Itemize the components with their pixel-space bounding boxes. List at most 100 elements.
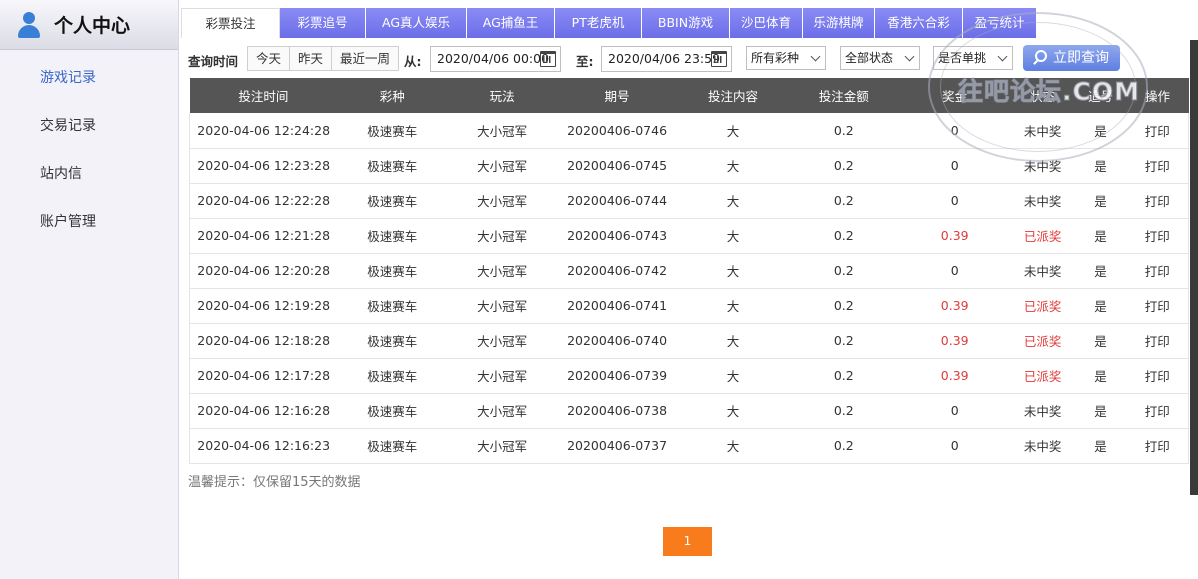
retention-tip: 温馨提示：仅保留15天的数据 [188,475,361,490]
bet-amount-cell: 0.2 [788,288,899,324]
status-select[interactable]: 全部状态 [840,46,920,70]
table-row: 2020-04-06 12:16:28 极速赛车 大小冠军 20200406-0738… [189,393,1190,429]
action-print-cell[interactable]: 打印 [1126,323,1190,359]
column-header: 期号 [557,78,678,113]
status-cell: 已派奖 [1010,288,1075,324]
today-button[interactable]: 今天 [247,46,291,71]
sidebar-item-transaction-records[interactable]: 交易记录 [40,115,96,135]
sidebar-item-account-management[interactable]: 账户管理 [40,211,96,231]
play-type-cell: 大小冠军 [447,358,558,394]
bet-content-cell: 大 [677,113,789,149]
sidebar-item-messages[interactable]: 站内信 [40,163,82,183]
chase-cell: 是 [1074,253,1127,289]
search-icon [1035,50,1047,62]
prize-cell: 0 [898,428,1011,464]
prize-cell: 0.39 [898,288,1011,324]
table-row: 2020-04-06 12:18:28 极速赛车 大小冠军 20200406-0740… [189,323,1190,359]
to-label: 至: [576,54,594,69]
table-row: 2020-04-06 12:20:28 极速赛车 大小冠军 20200406-0742… [189,253,1190,289]
prize-cell: 0 [898,113,1011,149]
query-button[interactable]: 立即查询 [1023,45,1120,71]
status-value: 全部状态 [845,51,894,65]
tab-lottery-bets[interactable]: 彩票投注 [181,8,280,38]
status-cell: 已派奖 [1010,218,1075,254]
bet-amount-cell: 0.2 [788,323,899,359]
bet-time-cell: 2020-04-06 12:16:28 [189,393,338,429]
play-type-cell: 大小冠军 [447,323,558,359]
tab-saba-sports[interactable]: 沙巴体育 [730,8,803,38]
lottery-type-select[interactable]: 所有彩种 [746,46,826,70]
action-print-cell[interactable]: 打印 [1126,183,1190,219]
bet-content-cell: 大 [677,428,789,464]
sidebar-item-game-records[interactable]: 游戏记录 [40,67,96,87]
play-type-cell: 大小冠军 [447,183,558,219]
action-print-cell[interactable]: 打印 [1126,218,1190,254]
to-date-input[interactable]: 2020/04/06 23:59 [601,46,732,72]
prize-cell: 0.39 [898,218,1011,254]
issue-number-cell: 20200406-0742 [557,253,678,289]
table-row: 2020-04-06 12:16:23 极速赛车 大小冠军 20200406-0737… [189,428,1190,464]
status-cell: 未中奖 [1010,148,1075,184]
yesterday-button[interactable]: 昨天 [289,46,333,71]
column-header: 投注金额 [788,78,899,113]
chase-cell: 是 [1074,148,1127,184]
action-print-cell[interactable]: 打印 [1126,253,1190,289]
bet-amount-cell: 0.2 [788,253,899,289]
chase-cell: 是 [1074,288,1127,324]
prize-cell: 0 [898,148,1011,184]
action-print-cell[interactable]: 打印 [1126,428,1190,464]
tab-bbin-games[interactable]: BBIN游戏 [642,8,730,38]
tab-pt-slots[interactable]: PT老虎机 [555,8,642,38]
bet-content-cell: 大 [677,358,789,394]
issue-number-cell: 20200406-0741 [557,288,678,324]
chase-cell: 是 [1074,218,1127,254]
from-date-input[interactable]: 2020/04/06 00:00 [430,46,561,72]
chase-cell: 是 [1074,323,1127,359]
bet-time-cell: 2020-04-06 12:16:23 [189,428,338,464]
play-type-cell: 大小冠军 [447,253,558,289]
lottery-type-cell: 极速赛车 [337,393,448,429]
bet-content-cell: 大 [677,323,789,359]
bet-amount-cell: 0.2 [788,113,899,149]
bet-content-cell: 大 [677,183,789,219]
chase-cell: 是 [1074,113,1127,149]
play-type-cell: 大小冠军 [447,428,558,464]
lottery-type-value: 所有彩种 [751,51,800,65]
action-print-cell[interactable]: 打印 [1126,393,1190,429]
tab-hk-mark-six[interactable]: 香港六合彩 [875,8,963,38]
filter-bar: 查询时间 今天 昨天 最近一周 从: 2020/04/06 00:00 至: 2… [188,44,1192,72]
action-print-cell[interactable]: 打印 [1126,148,1190,184]
tab-lottery-chase[interactable]: 彩票追号 [280,8,366,38]
play-type-cell: 大小冠军 [447,288,558,324]
from-date-value: 2020/04/06 00:00 [437,51,550,66]
status-cell: 未中奖 [1010,113,1075,149]
table-row: 2020-04-06 12:22:28 极速赛车 大小冠军 20200406-0744… [189,183,1190,219]
tab-ag-fishing[interactable]: AG捕鱼王 [467,8,555,38]
table-row: 2020-04-06 12:21:28 极速赛车 大小冠军 20200406-0743… [189,218,1190,254]
chevron-down-icon [904,51,915,62]
bet-time-cell: 2020-04-06 12:18:28 [189,323,338,359]
calendar-icon[interactable] [540,51,556,67]
bet-content-cell: 大 [677,393,789,429]
lottery-type-cell: 极速赛车 [337,113,448,149]
lottery-type-cell: 极速赛车 [337,148,448,184]
scrollbar[interactable] [1190,40,1198,495]
play-type-cell: 大小冠军 [447,148,558,184]
tab-profit-stats[interactable]: 盈亏统计 [963,8,1037,38]
tab-ag-live[interactable]: AG真人娱乐 [366,8,467,38]
query-button-label: 立即查询 [1053,50,1109,66]
column-header: 奖金 [898,78,1011,113]
chevron-down-icon [997,51,1008,62]
action-print-cell[interactable]: 打印 [1126,113,1190,149]
calendar-icon[interactable] [711,51,727,67]
bet-time-cell: 2020-04-06 12:21:28 [189,218,338,254]
page-button-1[interactable]: 1 [663,527,712,556]
bet-amount-cell: 0.2 [788,218,899,254]
single-bet-select[interactable]: 是否单挑 [933,46,1013,70]
prize-cell: 0 [898,183,1011,219]
last-week-button[interactable]: 最近一周 [331,46,400,71]
tab-leyou-chess[interactable]: 乐游棋牌 [803,8,875,38]
action-print-cell[interactable]: 打印 [1126,358,1190,394]
bet-content-cell: 大 [677,148,789,184]
action-print-cell[interactable]: 打印 [1126,288,1190,324]
